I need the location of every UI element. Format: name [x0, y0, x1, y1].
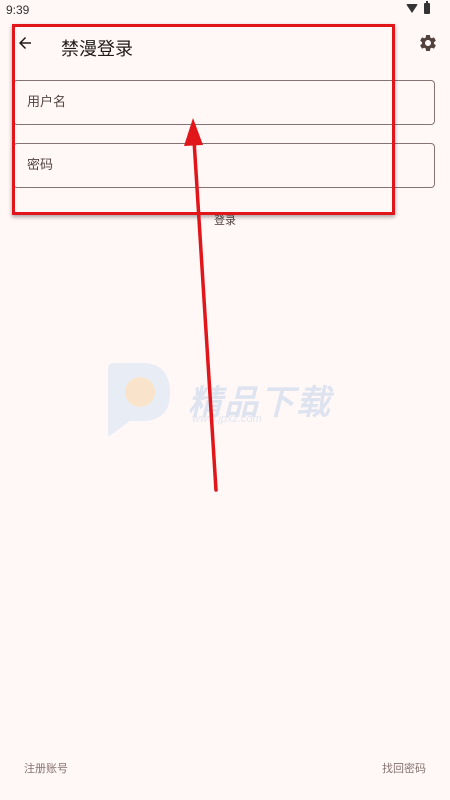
gear-icon [420, 34, 436, 51]
watermark: 精品下载 www.jpxz.com [96, 355, 356, 445]
annotation-highlight-box [12, 24, 395, 215]
status-time: 9:39 [6, 3, 30, 17]
settings-button[interactable] [416, 31, 440, 55]
watermark-logo-icon [108, 363, 170, 437]
status-icons [406, 1, 430, 14]
register-link[interactable]: 注册账号 [24, 760, 68, 776]
watermark-url: www.jpxz.com [192, 413, 262, 425]
forgot-password-link[interactable]: 找回密码 [382, 760, 426, 776]
status-bar: 9:39 [0, 0, 450, 20]
wifi-icon [406, 4, 418, 13]
battery-icon [424, 1, 430, 14]
